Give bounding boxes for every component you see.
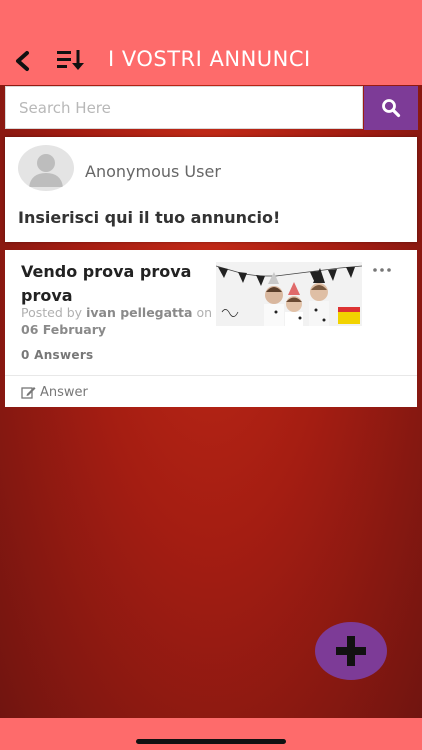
search-input[interactable] [5,86,363,129]
search-button[interactable] [364,86,418,130]
sort-button[interactable] [56,48,86,72]
sort-list-icon [57,50,84,70]
divider [5,375,417,376]
post-meta: Posted by ivan pellegatta on 06 February [21,304,221,338]
more-dots-icon [373,268,391,272]
page-title: I VOSTRI ANNUNCI [108,47,311,71]
more-options-button[interactable] [372,262,392,274]
post-card[interactable]: Vendo prova prova prova Posted by ivan p… [5,250,417,407]
bottom-bar [0,718,422,750]
back-button[interactable] [12,50,34,72]
post-prompt[interactable]: Insierisci qui il tuo annuncio! [18,208,280,227]
back-arrow-icon [16,51,29,71]
plus-icon [336,636,366,666]
post-date: 06 February [21,322,107,337]
edit-icon [21,386,36,399]
answers-count: 0 Answers [21,348,94,362]
post-title[interactable]: Vendo prova prova prova [21,260,201,308]
answer-button[interactable]: Answer [21,382,88,402]
party-photo-image [216,262,362,326]
post-author[interactable]: ivan pellegatta [86,305,192,320]
avatar [18,145,74,191]
add-post-fab[interactable] [315,622,387,680]
posted-by-label: Posted by [21,305,83,320]
post-thumbnail[interactable] [216,262,362,326]
top-bar: I VOSTRI ANNUNCI [0,0,422,85]
new-post-composer[interactable]: Anonymous User Insierisci qui il tuo ann… [5,137,417,242]
on-label: on [196,305,213,320]
search-icon [382,99,401,118]
user-placeholder-icon [29,154,63,187]
user-name: Anonymous User [85,162,221,181]
home-indicator[interactable] [136,739,286,744]
answer-label: Answer [40,384,88,400]
